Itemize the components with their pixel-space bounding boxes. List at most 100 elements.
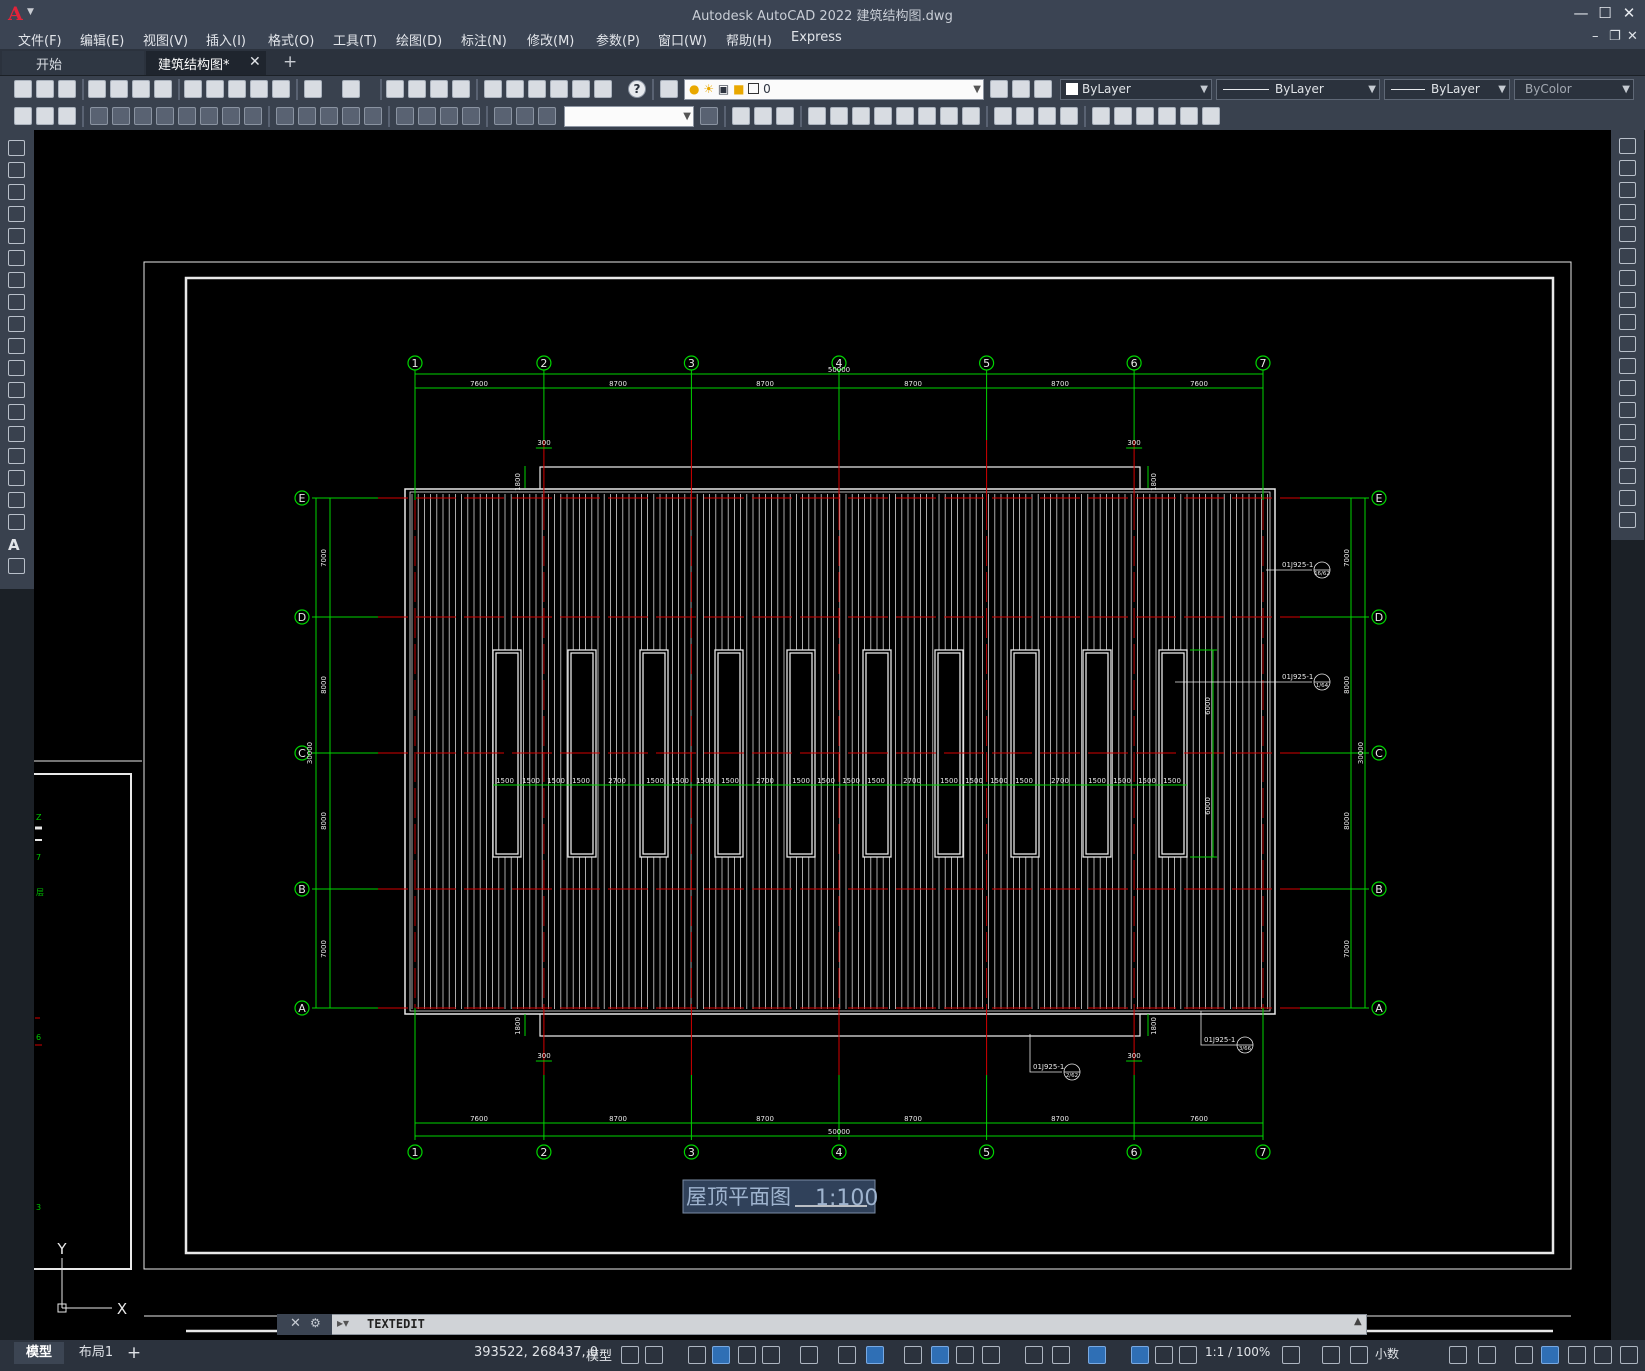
layer-unlock-icon[interactable]: ■	[733, 82, 744, 96]
layer-properties-icon[interactable]	[660, 80, 678, 98]
center-mark-icon[interactable]	[418, 107, 436, 125]
dynamic-input-icon[interactable]	[688, 1346, 706, 1364]
multiline-text-icon[interactable]: A	[8, 536, 25, 554]
isolate-objects-icon[interactable]	[1350, 1346, 1368, 1364]
tolerance-icon[interactable]	[396, 107, 414, 125]
clean-screen-icon[interactable]	[1541, 1346, 1559, 1364]
open-file-icon[interactable]	[36, 80, 54, 98]
tab-start[interactable]: 开始	[2, 51, 144, 75]
grid-display-icon[interactable]	[621, 1346, 639, 1364]
solid-intersect-icon[interactable]	[776, 107, 794, 125]
plotstyle-chevron-icon[interactable]: ▼	[1622, 80, 1630, 99]
dynamic-ucs-icon[interactable]	[1025, 1346, 1043, 1364]
copy-icon[interactable]	[206, 80, 224, 98]
gizmo-icon[interactable]	[1088, 1346, 1106, 1364]
help-icon[interactable]: ?	[628, 80, 646, 98]
dim-break-icon[interactable]	[364, 107, 382, 125]
jogged-linear-icon[interactable]	[462, 107, 480, 125]
properties-icon[interactable]	[484, 80, 502, 98]
menu-parametric[interactable]: 参数(P)	[596, 30, 640, 49]
zoom-previous-icon[interactable]	[452, 80, 470, 98]
menu-help[interactable]: 帮助(H)	[726, 30, 772, 49]
jogged-dim-icon[interactable]	[200, 107, 218, 125]
break-at-point-icon[interactable]	[1619, 380, 1636, 396]
clean-icon[interactable]	[1016, 107, 1034, 125]
copy-object-icon[interactable]	[1619, 160, 1636, 176]
angular-dim-icon[interactable]	[244, 107, 262, 125]
layer-dropdown-chevron-icon[interactable]: ▼	[973, 80, 981, 99]
polygon-icon[interactable]	[8, 206, 25, 222]
match-properties-icon[interactable]	[250, 80, 268, 98]
color-faces-icon[interactable]	[962, 107, 980, 125]
trim-icon[interactable]	[1619, 336, 1636, 352]
menu-window[interactable]: 窗口(W)	[658, 30, 707, 49]
circle-icon[interactable]	[8, 272, 25, 288]
new-tab-button[interactable]: +	[283, 52, 297, 72]
hatch-icon[interactable]	[8, 448, 25, 464]
color-dropdown[interactable]: ByLayer ▼	[1060, 79, 1212, 100]
selection-cycling-icon[interactable]	[956, 1346, 974, 1364]
slice-icon[interactable]	[1114, 107, 1132, 125]
pan-icon[interactable]	[386, 80, 404, 98]
quick-properties-icon[interactable]	[1449, 1346, 1467, 1364]
construction-line-icon[interactable]	[8, 162, 25, 178]
annotation-visibility-icon[interactable]	[1131, 1346, 1149, 1364]
layer-previous-icon[interactable]	[1012, 80, 1030, 98]
design-center-icon[interactable]	[506, 80, 524, 98]
zoom-window-icon[interactable]	[430, 80, 448, 98]
command-prompt-chevron-icon[interactable]: ▸▾	[337, 1316, 349, 1330]
isolate-icon[interactable]	[1568, 1346, 1586, 1364]
make-current-layer-icon[interactable]	[990, 80, 1008, 98]
add-selected-icon[interactable]	[8, 558, 25, 574]
scale-icon[interactable]	[1619, 292, 1636, 308]
object-snap-icon[interactable]	[866, 1346, 884, 1364]
zoom-realtime-icon[interactable]	[408, 80, 426, 98]
menu-edit[interactable]: 编辑(E)	[80, 30, 124, 49]
annotation-scale-icon[interactable]	[1179, 1346, 1197, 1364]
rotate-faces-icon[interactable]	[896, 107, 914, 125]
3d-osnap-icon[interactable]	[982, 1346, 1000, 1364]
ellipse-icon[interactable]	[8, 338, 25, 354]
solid-subtract-icon[interactable]	[754, 107, 772, 125]
offset-edge-icon[interactable]	[1202, 107, 1220, 125]
publish-icon[interactable]	[132, 80, 150, 98]
new-file-icon[interactable]	[14, 80, 32, 98]
insert-block-palette-icon[interactable]	[8, 382, 25, 398]
layer-iso-icon[interactable]	[58, 107, 76, 125]
model-space-button[interactable]: 模型	[586, 1345, 612, 1364]
annotation-monitor-icon[interactable]	[1322, 1346, 1340, 1364]
minimize-button[interactable]: —	[1570, 2, 1592, 24]
linetype-chevron-icon[interactable]: ▼	[1368, 80, 1376, 99]
menu-view[interactable]: 视图(V)	[143, 30, 188, 49]
rotate-icon[interactable]	[1619, 270, 1636, 286]
menu-dimension[interactable]: 标注(N)	[461, 30, 507, 49]
polar-tracking-icon[interactable]	[762, 1346, 780, 1364]
3d-print-icon[interactable]	[154, 80, 172, 98]
coordinates-readout[interactable]: 393522, 268437, 0	[474, 1345, 598, 1360]
layer-on-icon[interactable]: ●	[689, 82, 699, 96]
menu-express[interactable]: Express	[791, 30, 842, 45]
extract-edges-icon[interactable]	[1180, 107, 1198, 125]
chamfer-icon[interactable]	[1619, 446, 1636, 462]
dim-update-icon[interactable]	[538, 107, 556, 125]
markup-icon[interactable]	[572, 80, 590, 98]
command-line[interactable]	[277, 1314, 1367, 1335]
plot-preview-icon[interactable]	[110, 80, 128, 98]
menu-file[interactable]: 文件(F)	[18, 30, 62, 49]
point-icon[interactable]	[8, 426, 25, 442]
doc-close-button[interactable]: ✕	[1627, 29, 1638, 44]
sheet-set-icon[interactable]	[550, 80, 568, 98]
shell-icon[interactable]	[1060, 107, 1078, 125]
array-icon[interactable]	[1619, 226, 1636, 242]
menu-draw[interactable]: 绘图(D)	[396, 30, 442, 49]
ellipse-arc-icon[interactable]	[8, 360, 25, 376]
menu-modify[interactable]: 修改(M)	[527, 30, 574, 49]
layer-freeze-icon[interactable]: ☀	[703, 82, 714, 96]
menu-insert[interactable]: 插入(I)	[206, 30, 246, 49]
workspace-switch-icon[interactable]	[1282, 1346, 1300, 1364]
imprint-icon[interactable]	[994, 107, 1012, 125]
layer-lock-icon[interactable]: ▣	[718, 82, 729, 96]
redo-icon[interactable]	[342, 80, 360, 98]
arc-length-dim-icon[interactable]	[134, 107, 152, 125]
drawing-title[interactable]: 屋顶平面图	[686, 1185, 791, 1209]
